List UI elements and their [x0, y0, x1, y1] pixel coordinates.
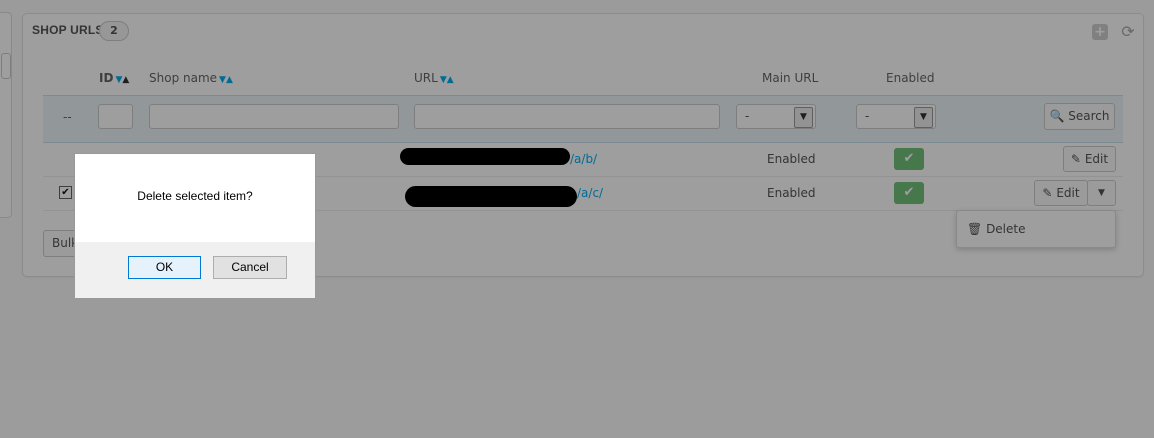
dialog-message: Delete selected item?	[137, 189, 253, 203]
cancel-button[interactable]: Cancel	[213, 256, 287, 279]
dialog-footer: OK Cancel	[75, 242, 315, 298]
confirm-dialog: Delete selected item? OK Cancel	[74, 153, 316, 299]
ok-button[interactable]: OK	[128, 256, 201, 279]
